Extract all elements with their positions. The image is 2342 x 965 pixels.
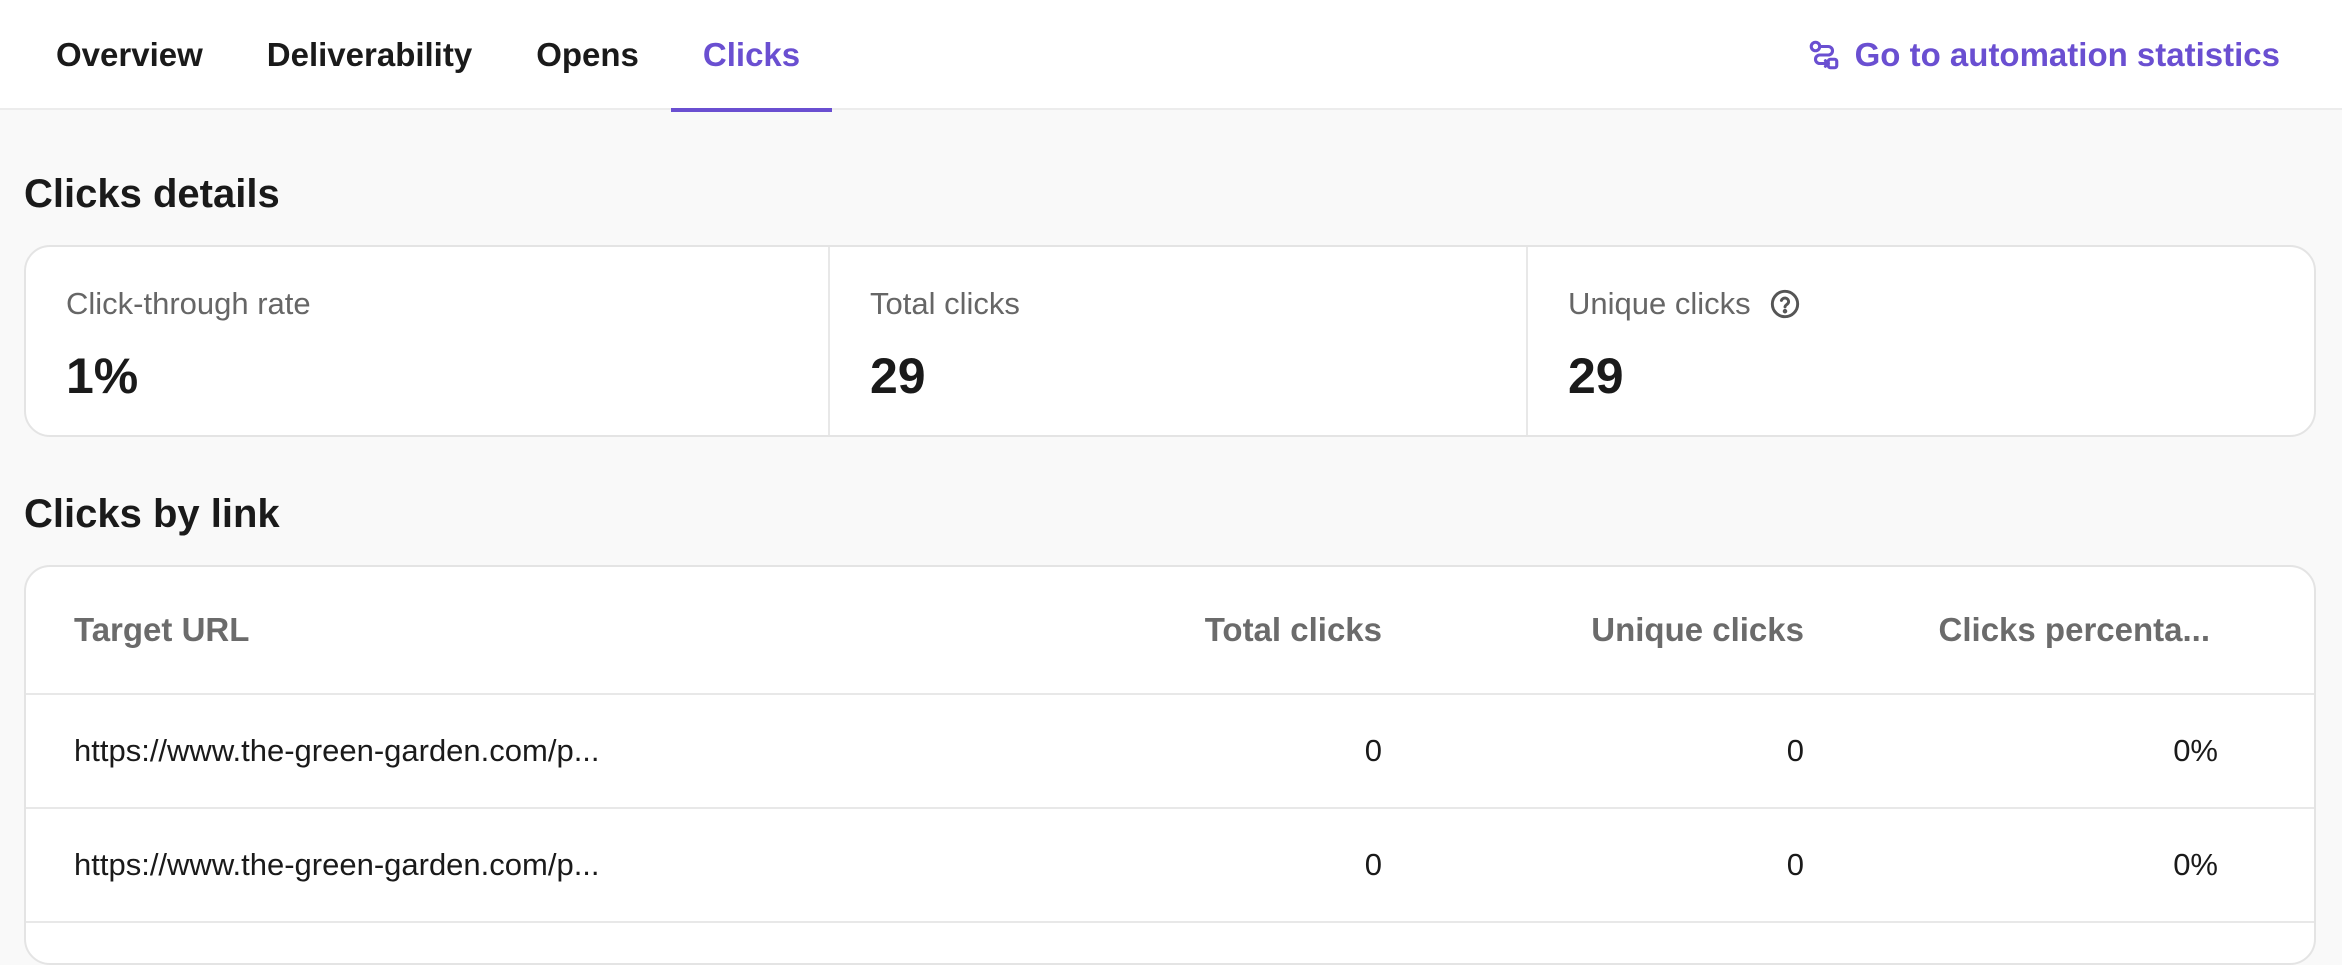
stat-unique-clicks: Unique clicks 29 xyxy=(1526,247,2314,435)
tab-opens[interactable]: Opens xyxy=(504,0,671,110)
stat-value: 29 xyxy=(870,348,926,404)
column-header-total-clicks[interactable]: Total clicks xyxy=(1205,611,1382,649)
stat-value: 1% xyxy=(66,348,139,404)
stat-label: Unique clicks xyxy=(1568,283,2314,325)
automation-icon xyxy=(1807,38,1841,72)
tab-clicks[interactable]: Clicks xyxy=(670,0,833,112)
stat-click-through-rate: Click-through rate 1% xyxy=(26,247,828,435)
clicks-details-title: Clicks details xyxy=(24,172,280,216)
target-url[interactable]: https://www.the-green-garden.com/p... xyxy=(26,733,1376,769)
stat-total-clicks: Total clicks 29 xyxy=(828,247,1526,435)
unique-clicks-cell: 0 xyxy=(1786,847,1804,882)
automation-statistics-link[interactable]: Go to automation statistics xyxy=(1807,0,2280,110)
column-header-target-url[interactable]: Target URL xyxy=(26,611,1376,649)
automation-link-label: Go to automation statistics xyxy=(1854,36,2280,73)
clicks-percentage-cell: 0% xyxy=(2173,733,2218,768)
column-header-unique-clicks[interactable]: Unique clicks xyxy=(1591,611,1804,649)
table-row: https://www.the-green-garden.com/p... 0 … xyxy=(26,809,2314,923)
top-navigation: Overview Deliverability Opens Clicks Go … xyxy=(0,0,2342,112)
stat-value: 29 xyxy=(1568,348,1624,404)
stat-label: Click-through rate xyxy=(66,286,311,321)
help-circle-icon[interactable] xyxy=(1769,288,1801,320)
tab-overview[interactable]: Overview xyxy=(24,0,235,110)
table-header: Target URL Total clicks Unique clicks Cl… xyxy=(26,567,2314,695)
report-tabs: Overview Deliverability Opens Clicks xyxy=(24,0,833,112)
clicks-by-link-table: Target URL Total clicks Unique clicks Cl… xyxy=(24,565,2316,965)
total-clicks-cell: 0 xyxy=(1364,847,1382,882)
stat-label: Total clicks xyxy=(870,286,1020,321)
total-clicks-cell: 0 xyxy=(1364,733,1382,768)
target-url[interactable]: https://www.the-green-garden.com/p... xyxy=(26,847,1376,883)
unique-clicks-cell: 0 xyxy=(1786,733,1804,768)
table-row: https://www.the-green-garden.com/p... 0 … xyxy=(26,695,2314,809)
clicks-by-link-title: Clicks by link xyxy=(24,492,280,536)
clicks-details-card: Click-through rate 1% Total clicks 29 Un… xyxy=(24,245,2316,437)
clicks-percentage-cell: 0% xyxy=(2173,847,2218,882)
tab-deliverability[interactable]: Deliverability xyxy=(235,0,504,110)
column-header-clicks-percentage[interactable]: Clicks percenta... xyxy=(1939,611,2210,649)
